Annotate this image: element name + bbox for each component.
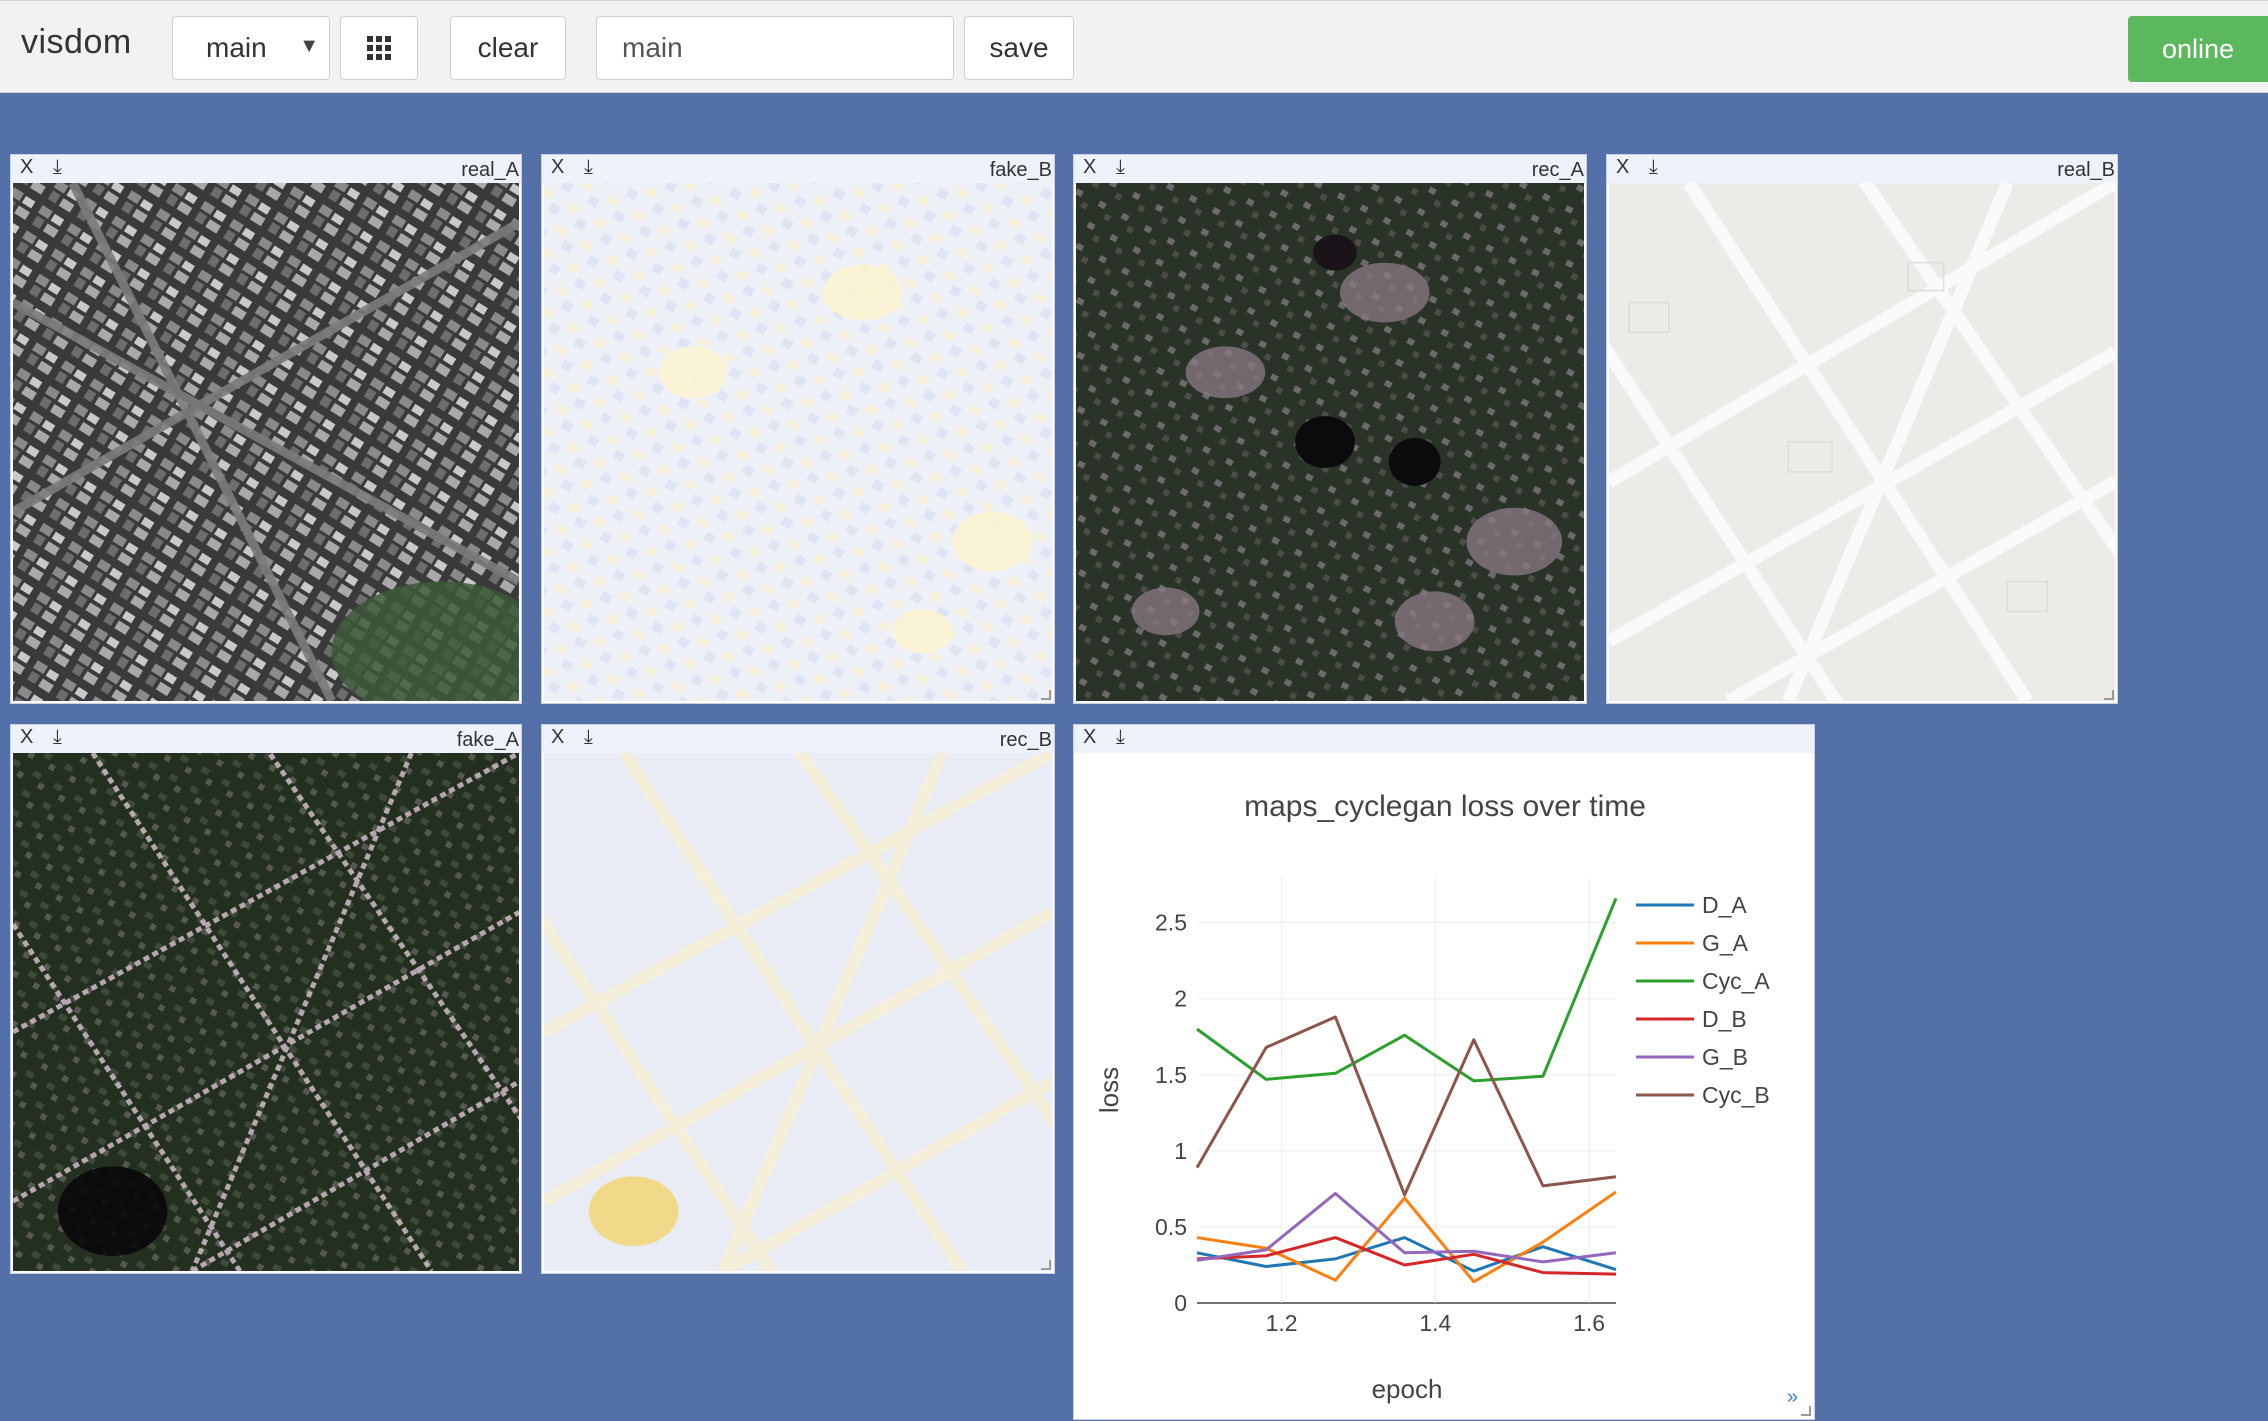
pane-image <box>544 753 1052 1271</box>
environment-name-input[interactable]: main <box>596 16 954 80</box>
pane-header: X ⤓ fake_B <box>542 155 1054 183</box>
pane-header: X ⤓ real_B <box>1607 155 2117 183</box>
pane-header: X ⤓ rec_B <box>542 725 1054 753</box>
pane-image <box>1609 183 2115 701</box>
legend-item-label: Cyc_B <box>1702 1082 1770 1108</box>
y-tick-label: 1 <box>1174 1138 1187 1164</box>
pane-header: X ⤓ fake_A <box>11 725 521 753</box>
pane-header: X ⤓ real_A <box>11 155 521 183</box>
resize-handle[interactable] <box>2104 690 2114 700</box>
environment-select-value: main <box>206 32 267 63</box>
series-line-cyc-a <box>1196 897 1618 1083</box>
pane-real-a[interactable]: X ⤓ real_A <box>10 154 522 704</box>
pane-image <box>544 183 1052 701</box>
resize-handle[interactable] <box>1801 1406 1811 1416</box>
series-line-d-b <box>1196 1236 1617 1276</box>
pane-title: rec_A <box>1531 159 1584 181</box>
caret-down-icon: ▼ <box>299 35 319 57</box>
x-tick-label: 1.2 <box>1266 1310 1298 1336</box>
pane-real-b[interactable]: X ⤓ real_B <box>1606 154 2118 704</box>
download-icon[interactable]: ⤓ <box>584 726 593 749</box>
close-icon[interactable]: X <box>1083 156 1096 179</box>
close-icon[interactable]: X <box>20 156 33 179</box>
resize-handle[interactable] <box>1041 690 1051 700</box>
clear-button[interactable]: clear <box>450 16 566 80</box>
pane-rec-a[interactable]: X ⤓ rec_A <box>1073 154 1587 704</box>
x-axis-label: epoch <box>1372 1374 1443 1404</box>
environment-select[interactable]: main ▼ <box>172 16 330 80</box>
close-icon[interactable]: X <box>1616 156 1629 179</box>
loss-line-chart[interactable]: maps_cyclegan loss over time 0 0.5 1 1.5 2 2.5… <box>1074 725 1816 1421</box>
brand-logo: visdom <box>21 23 132 61</box>
series-line-g-b <box>1196 1191 1617 1264</box>
y-tick-label: 0 <box>1174 1290 1187 1316</box>
pane-title: real_B <box>2057 159 2115 181</box>
legend-item-label: G_B <box>1702 1044 1748 1070</box>
pane-image <box>1076 183 1584 701</box>
download-icon[interactable]: ⤓ <box>53 156 62 179</box>
download-icon[interactable]: ⤓ <box>53 726 62 749</box>
pane-image <box>13 183 519 701</box>
pane-title: rec_B <box>999 729 1052 751</box>
plot-more-link[interactable]: » <box>1787 1386 1798 1409</box>
pane-header: X ⤓ rec_A <box>1074 155 1586 183</box>
pane-image <box>13 753 519 1271</box>
pane-fake-a[interactable]: X ⤓ fake_A <box>10 724 522 1274</box>
close-icon[interactable]: X <box>551 726 564 749</box>
resize-handle[interactable] <box>1041 1260 1051 1270</box>
chart-title: maps_cyclegan loss over time <box>1244 790 1646 823</box>
y-tick-label: 0.5 <box>1155 1214 1187 1240</box>
legend-item-label: D_A <box>1702 892 1747 918</box>
y-tick-label: 1.5 <box>1155 1062 1187 1088</box>
close-icon[interactable]: X <box>20 726 33 749</box>
legend-item-label: Cyc_A <box>1702 968 1770 994</box>
pane-title: fake_A <box>456 729 519 751</box>
pane-loss-plot[interactable]: X ⤓ maps_cyclegan loss over time 0 0.5 1 1.5… <box>1073 724 1815 1420</box>
download-icon[interactable]: ⤓ <box>1116 156 1125 179</box>
series-line-g-a <box>1196 1190 1617 1284</box>
x-tick-label: 1.6 <box>1573 1310 1605 1336</box>
y-tick-label: 2.5 <box>1155 910 1187 936</box>
y-tick-label: 2 <box>1174 986 1187 1012</box>
download-icon[interactable]: ⤓ <box>1649 156 1658 179</box>
save-button[interactable]: save <box>964 16 1074 80</box>
pane-title: fake_B <box>989 159 1052 181</box>
grid-icon <box>367 36 391 60</box>
pane-title: real_A <box>461 159 519 181</box>
y-axis-label: loss <box>1094 1067 1124 1113</box>
legend-item-label: D_B <box>1702 1006 1747 1032</box>
close-icon[interactable]: X <box>551 156 564 179</box>
download-icon[interactable]: ⤓ <box>584 156 593 179</box>
layout-grid-button[interactable] <box>340 16 418 80</box>
pane-fake-b[interactable]: X ⤓ fake_B <box>541 154 1055 704</box>
top-toolbar: visdom main ▼ clear main save online <box>0 0 2268 93</box>
x-tick-label: 1.4 <box>1419 1310 1451 1336</box>
connection-status-badge: online <box>2128 16 2268 82</box>
series-line-cyc-b <box>1195 1015 1617 1197</box>
legend-item-label: G_A <box>1702 930 1749 956</box>
pane-rec-b[interactable]: X ⤓ rec_B <box>541 724 1055 1274</box>
